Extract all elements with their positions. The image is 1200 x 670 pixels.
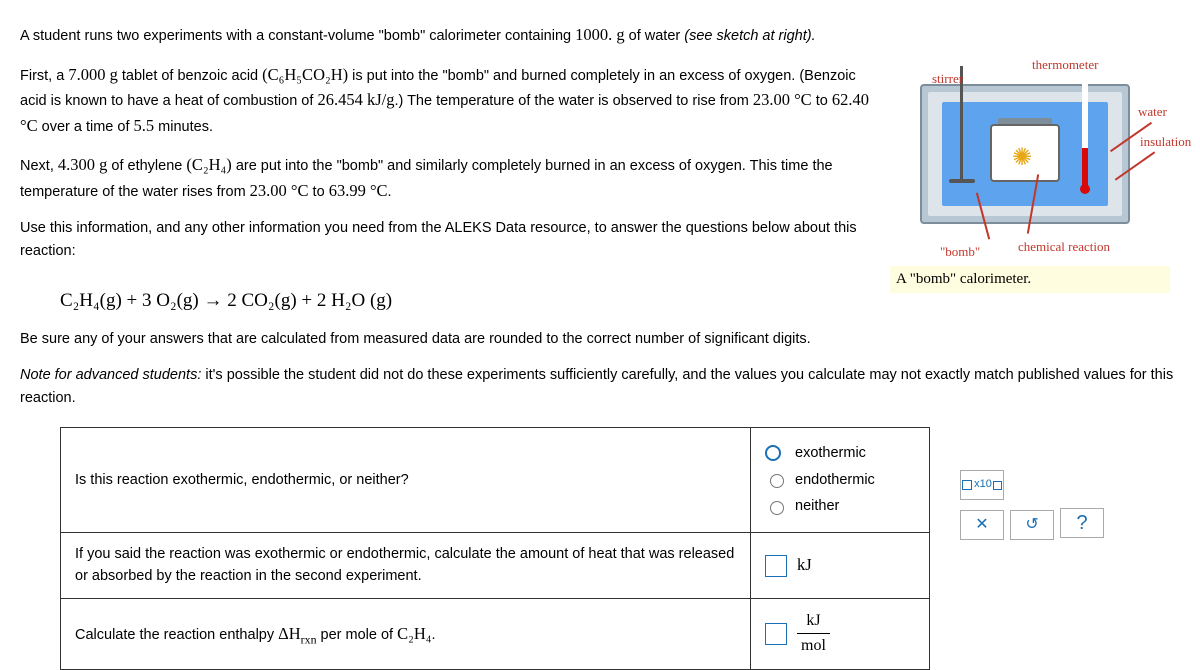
q2-prompt: If you said the reaction was exothermic …: [61, 532, 751, 598]
label-chemical-reaction: chemical reaction: [1018, 237, 1110, 257]
radio-exothermic[interactable]: exothermic: [765, 442, 915, 464]
paragraph-5: Be sure any of your answers that are cal…: [20, 328, 1180, 350]
q3-answer-input[interactable]: [765, 623, 787, 645]
q3-prompt: Calculate the reaction enthalpy ΔHrxn pe…: [61, 598, 751, 670]
question-table: Is this reaction exothermic, endothermic…: [60, 427, 930, 670]
label-stirrer: stirrer: [932, 69, 963, 89]
label-insulation: insulation: [1140, 132, 1191, 152]
q2-unit: kJ: [797, 555, 812, 574]
paragraph-2: First, a 7.000 g tablet of benzoic acid …: [20, 62, 874, 139]
reset-button[interactable]: ↺: [1010, 510, 1054, 540]
spark-icon: ✺: [1012, 139, 1032, 176]
clear-button[interactable]: ✕: [960, 510, 1004, 540]
diagram-caption: A "bomb" calorimeter.: [890, 266, 1170, 293]
sci-notation-button[interactable]: x10: [960, 470, 1004, 500]
problem-text: A student runs two experiments with a co…: [20, 22, 890, 276]
q2-answer-input[interactable]: [765, 555, 787, 577]
paragraph-6: Note for advanced students: it's possibl…: [20, 364, 1180, 409]
label-water: water: [1138, 102, 1167, 122]
q1-prompt: Is this reaction exothermic, endothermic…: [61, 428, 751, 532]
helper-toolbar: x10 ✕ ↺ ?: [960, 470, 1106, 540]
q3-unit: kJmol: [797, 609, 830, 660]
label-bomb: "bomb": [940, 242, 980, 262]
label-thermometer: thermometer: [1032, 55, 1098, 75]
calorimeter-diagram: ✺ stirrer thermometer water insulation "…: [890, 22, 1180, 276]
help-button[interactable]: ?: [1060, 508, 1104, 538]
paragraph-3: Next, 4.300 g of ethylene (C₂H₄) are put…: [20, 152, 874, 203]
radio-neither[interactable]: neither: [765, 495, 915, 517]
paragraph-4: Use this information, and any other info…: [20, 217, 874, 262]
paragraph-1: A student runs two experiments with a co…: [20, 22, 874, 48]
radio-endothermic[interactable]: endothermic: [765, 469, 915, 491]
